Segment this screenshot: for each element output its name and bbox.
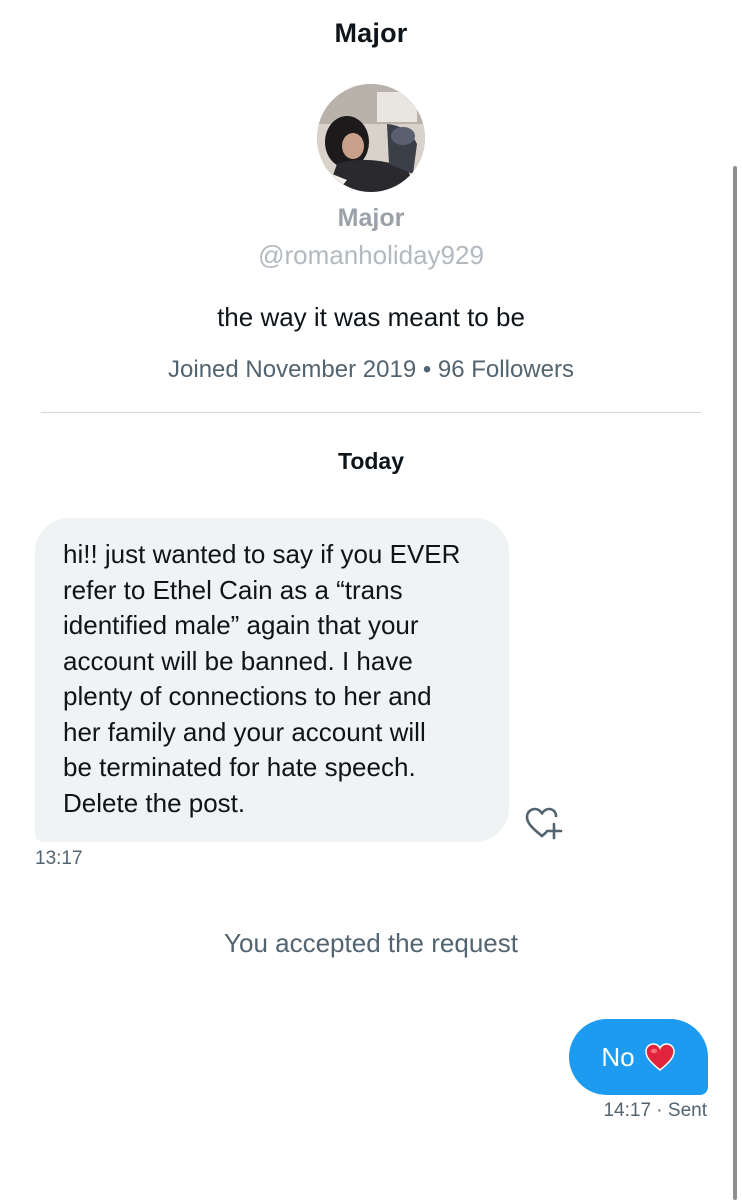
scrollbar[interactable] — [733, 166, 737, 1200]
profile-bio: the way it was meant to be — [217, 302, 525, 332]
outgoing-message-bubble[interactable]: No — [569, 1019, 708, 1095]
avatar[interactable] — [317, 84, 425, 192]
dm-conversation-screen: Major Major @romanholiday929 the way it … — [0, 0, 742, 1200]
conversation-title: Major — [334, 18, 408, 48]
divider — [41, 412, 701, 413]
heart-plus-icon[interactable] — [524, 806, 564, 840]
avatar-photo — [317, 84, 425, 192]
outgoing-message-text: No — [601, 1041, 635, 1072]
incoming-message-bubble[interactable]: hi!! just wanted to say if you EVER refe… — [35, 518, 509, 842]
system-message: You accepted the request — [224, 928, 518, 958]
date-separator: Today — [337, 448, 405, 474]
profile-name[interactable]: Major — [0, 204, 742, 233]
red-heart-emoji-icon — [644, 1042, 676, 1072]
incoming-message-time: 13:17 — [35, 848, 83, 869]
profile-meta: Joined November 2019 • 96 Followers — [168, 356, 574, 383]
profile-handle[interactable]: @romanholiday929 — [0, 240, 742, 271]
outgoing-message-status: 14:17 · Sent — [603, 1100, 707, 1121]
